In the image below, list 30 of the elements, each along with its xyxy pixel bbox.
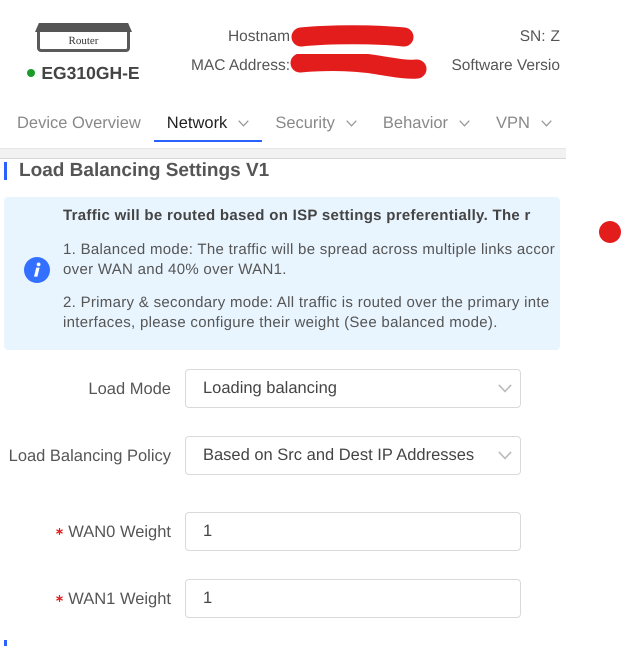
router-label: Router: [68, 34, 98, 46]
nav-tab[interactable]: Behavior: [370, 100, 484, 142]
info-icon: [24, 256, 50, 282]
nav-tab[interactable]: VPN: [483, 100, 565, 142]
chevron-down-icon: [498, 384, 512, 393]
field-label: WAN1 Weight: [68, 588, 171, 608]
device-model: EG310GH-E: [41, 63, 140, 83]
info-value: Z: [550, 28, 560, 46]
info-label: MAC Address:: [190, 57, 290, 75]
text-input[interactable]: 1: [185, 579, 521, 618]
field-label: Load Balancing Policy: [8, 446, 171, 466]
marker-dot-icon: [599, 221, 621, 243]
field-label: WAN0 Weight: [68, 522, 171, 542]
section-marker: [4, 640, 7, 646]
nav-tab[interactable]: Device Overview: [4, 100, 154, 142]
info-label: SN:: [520, 28, 546, 46]
info-label: Hostnam: [228, 28, 290, 46]
field-label: Load Mode: [88, 378, 171, 398]
notice-paragraph: 1. Balanced mode: The traffic will be spread across multiple links accor over WAN and 40% over WAN1.: [63, 240, 556, 280]
nav-tab[interactable]: Security: [262, 100, 370, 142]
nav-tab[interactable]: Network: [154, 100, 262, 142]
dropdown-field[interactable]: Based on Src and Dest IP Addresses: [185, 436, 521, 475]
section-marker: [4, 162, 7, 180]
notice-heading: Traffic will be routed based on ISP settings preferentially. The r: [63, 206, 532, 226]
info-label: Software Versio: [451, 57, 560, 75]
text-input[interactable]: 1: [185, 512, 521, 551]
section-title: Load Balancing Settings V1: [19, 161, 270, 181]
dropdown-field[interactable]: Loading balancing: [185, 369, 521, 408]
chevron-down-icon: [498, 451, 512, 460]
notice-paragraph: 2. Primary & secondary mode: All traffic is routed over the primary inte interfaces, please configure their weight (See balanced mode).: [63, 293, 551, 333]
